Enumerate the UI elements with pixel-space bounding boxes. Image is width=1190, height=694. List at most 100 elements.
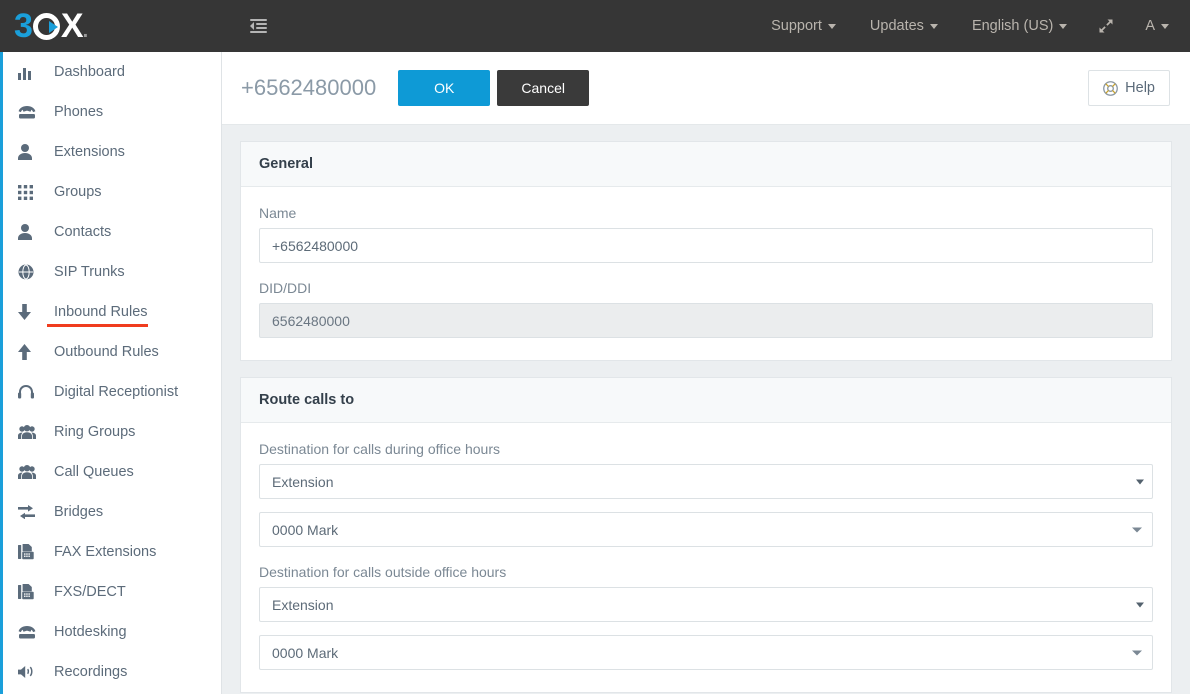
sidebar-label: Bridges bbox=[54, 504, 103, 520]
outside-hours-type-select[interactable]: Extension bbox=[259, 587, 1153, 622]
bar-chart-icon bbox=[18, 65, 44, 80]
name-input[interactable] bbox=[259, 228, 1153, 263]
outside-hours-label: Destination for calls outside office hou… bbox=[259, 564, 1153, 580]
topnav-label-updates: Updates bbox=[870, 18, 924, 34]
speaker-icon bbox=[18, 665, 44, 679]
sidebar-item-phones[interactable]: Phones bbox=[0, 92, 221, 132]
sidebar-item-extensions[interactable]: Extensions bbox=[0, 132, 221, 172]
route-panel-title: Route calls to bbox=[241, 378, 1171, 423]
sidebar-item-recordings[interactable]: Recordings bbox=[0, 652, 221, 692]
did-field-group: DID/DDI bbox=[259, 280, 1153, 338]
office-hours-type-select-wrap: Extension bbox=[259, 464, 1153, 499]
logo-dot: . bbox=[83, 21, 88, 41]
office-hours-label: Destination for calls during office hour… bbox=[259, 441, 1153, 457]
office-hours-target-select[interactable]: 0000 Mark bbox=[259, 512, 1153, 547]
desk-phone-icon bbox=[18, 105, 44, 120]
sidebar-label: Recordings bbox=[54, 664, 127, 680]
sidebar-item-fax-extensions[interactable]: FAX Extensions bbox=[0, 532, 221, 572]
sidebar-label: Extensions bbox=[54, 144, 125, 160]
users-group-icon bbox=[18, 465, 44, 479]
sidebar: Dashboard Phones Extensions Groups Conta bbox=[0, 52, 222, 694]
topnav-item-language[interactable]: English (US) bbox=[955, 0, 1084, 52]
sidebar-label: Digital Receptionist bbox=[54, 384, 178, 400]
sidebar-item-dashboard[interactable]: Dashboard bbox=[0, 52, 221, 92]
user-initial: A bbox=[1145, 18, 1155, 34]
topnav-item-updates[interactable]: Updates bbox=[853, 0, 955, 52]
cancel-button[interactable]: Cancel bbox=[497, 70, 589, 106]
user-menu-button[interactable]: A bbox=[1128, 0, 1186, 52]
user-icon bbox=[18, 144, 44, 160]
name-field-group: Name bbox=[259, 205, 1153, 263]
app-root: 3X. Support Updates English (US) bbox=[0, 0, 1190, 694]
sidebar-label: Outbound Rules bbox=[54, 344, 159, 360]
sidebar-label: FAX Extensions bbox=[54, 544, 156, 560]
logo-letter-x: X bbox=[61, 9, 83, 43]
office-hours-target-select-wrap: 0000 Mark bbox=[259, 512, 1153, 547]
page-title: +6562480000 bbox=[241, 75, 376, 101]
arrow-down-icon bbox=[18, 304, 44, 320]
expand-arrows-icon bbox=[1098, 18, 1114, 34]
sidebar-label: Dashboard bbox=[54, 64, 125, 80]
sidebar-item-inbound-rules[interactable]: Inbound Rules bbox=[0, 292, 221, 332]
fullscreen-toggle-button[interactable] bbox=[1084, 0, 1128, 52]
did-label: DID/DDI bbox=[259, 280, 1153, 296]
headset-icon bbox=[18, 385, 44, 399]
outside-hours-target-select-wrap: 0000 Mark bbox=[259, 635, 1153, 670]
sidebar-item-fxs-dect[interactable]: FXS/DECT bbox=[0, 572, 221, 612]
sidebar-item-bridges[interactable]: Bridges bbox=[0, 492, 221, 532]
did-input bbox=[259, 303, 1153, 338]
sidebar-label: SIP Trunks bbox=[54, 264, 125, 280]
desk-phone-icon bbox=[18, 625, 44, 640]
sidebar-item-digital-receptionist[interactable]: Digital Receptionist bbox=[0, 372, 221, 412]
sidebar-item-ring-groups[interactable]: Ring Groups bbox=[0, 412, 221, 452]
sidebar-item-contacts[interactable]: Contacts bbox=[0, 212, 221, 252]
user-icon bbox=[18, 224, 44, 240]
annotation-underline bbox=[47, 324, 148, 327]
sidebar-item-outbound-rules[interactable]: Outbound Rules bbox=[0, 332, 221, 372]
topnav-label-support: Support bbox=[771, 18, 822, 34]
topnav-item-support[interactable]: Support bbox=[754, 0, 853, 52]
ok-button[interactable]: OK bbox=[398, 70, 490, 106]
general-panel: General Name DID/DDI bbox=[240, 141, 1172, 361]
outside-hours-target-select[interactable]: 0000 Mark bbox=[259, 635, 1153, 670]
sidebar-label: Call Queues bbox=[54, 464, 134, 480]
general-panel-title: General bbox=[241, 142, 1171, 187]
settings-scroll-area[interactable]: General Name DID/DDI Route calls to bbox=[222, 125, 1190, 694]
exchange-arrows-icon bbox=[18, 505, 44, 519]
sidebar-label: FXS/DECT bbox=[54, 584, 126, 600]
topnav-label-language: English (US) bbox=[972, 18, 1053, 34]
chevron-down-icon bbox=[1161, 24, 1169, 29]
sidebar-collapse-button[interactable] bbox=[236, 0, 280, 52]
page-header: +6562480000 OK Cancel Help bbox=[222, 52, 1190, 125]
collapse-menu-icon bbox=[250, 19, 267, 33]
chevron-down-icon bbox=[930, 24, 938, 29]
logo-3cx: 3X. bbox=[14, 9, 87, 43]
sidebar-item-hotdesking[interactable]: Hotdesking bbox=[0, 612, 221, 652]
office-hours-group: Destination for calls during office hour… bbox=[259, 441, 1153, 547]
users-group-icon bbox=[18, 425, 44, 439]
sidebar-label: Ring Groups bbox=[54, 424, 135, 440]
office-hours-type-select[interactable]: Extension bbox=[259, 464, 1153, 499]
sidebar-label: Groups bbox=[54, 184, 102, 200]
sidebar-label: Contacts bbox=[54, 224, 111, 240]
logo-digit-3: 3 bbox=[14, 9, 32, 43]
sidebar-item-call-queues[interactable]: Call Queues bbox=[0, 452, 221, 492]
sidebar-item-groups[interactable]: Groups bbox=[0, 172, 221, 212]
general-panel-body: Name DID/DDI bbox=[241, 187, 1171, 360]
fax-icon bbox=[18, 584, 44, 600]
sidebar-label: Inbound Rules bbox=[54, 304, 148, 320]
route-panel-body: Destination for calls during office hour… bbox=[241, 423, 1171, 692]
main-content: +6562480000 OK Cancel Help General Name bbox=[222, 52, 1190, 694]
sidebar-item-sip-trunks[interactable]: SIP Trunks bbox=[0, 252, 221, 292]
sidebar-label: Phones bbox=[54, 104, 103, 120]
help-button[interactable]: Help bbox=[1088, 70, 1170, 106]
arrow-up-icon bbox=[18, 344, 44, 360]
brand-logo[interactable]: 3X. bbox=[0, 0, 222, 52]
grid-dots-icon bbox=[18, 185, 44, 200]
route-calls-panel: Route calls to Destination for calls dur… bbox=[240, 377, 1172, 693]
outside-hours-group: Destination for calls outside office hou… bbox=[259, 564, 1153, 670]
globe-icon bbox=[18, 264, 44, 280]
fax-icon bbox=[18, 544, 44, 560]
name-label: Name bbox=[259, 205, 1153, 221]
top-bar: 3X. Support Updates English (US) bbox=[0, 0, 1190, 52]
